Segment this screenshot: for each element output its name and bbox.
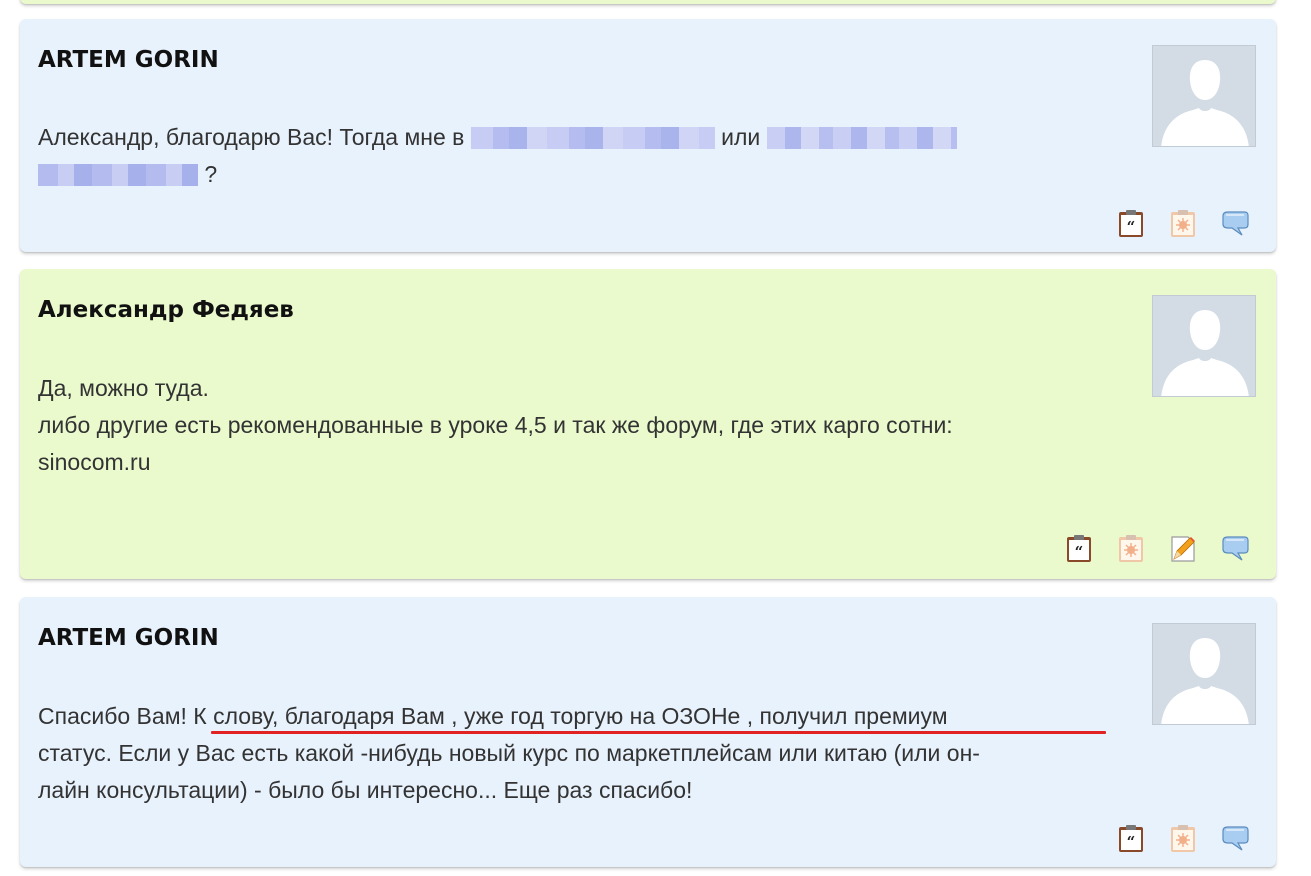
comment-post: ARTEM GORIN Спасибо Вам! К слову, благод… xyxy=(20,597,1276,867)
redacted-text xyxy=(38,164,198,186)
comment-text: Александр, благодарю Вас! Тогда мне в ил… xyxy=(38,119,1066,193)
reply-icon[interactable] xyxy=(1220,823,1250,853)
comment-text-line: статус. Если у Вас есть какой -нибудь но… xyxy=(38,740,980,766)
comment-post: Александр Федяев Да, можно туда. либо др… xyxy=(20,269,1276,579)
author-name[interactable]: Александр Федяев xyxy=(38,297,294,323)
comment-text-line: Спасибо Вам! К слову, благодаря Вам , уж… xyxy=(38,703,948,729)
comment-text-line: sinocom.ru xyxy=(38,449,151,475)
comment-text-line: лайн консультации) - было бы интересно..… xyxy=(38,777,693,803)
post-actions xyxy=(1116,208,1250,238)
comment-text-part: Александр, благодарю Вас! Тогда мне в xyxy=(38,124,465,150)
highlight-underline xyxy=(211,731,1106,734)
comment-text-part: или xyxy=(721,124,761,150)
author-name[interactable]: ARTEM GORIN xyxy=(38,625,219,651)
post-actions xyxy=(1116,823,1250,853)
reply-icon[interactable] xyxy=(1220,208,1250,238)
user-avatar[interactable] xyxy=(1152,295,1256,397)
redacted-text xyxy=(766,127,957,149)
quote-icon[interactable] xyxy=(1064,533,1094,563)
quote-icon[interactable] xyxy=(1116,823,1146,853)
edit-icon[interactable] xyxy=(1168,533,1198,563)
comment-text: Спасибо Вам! К слову, благодаря Вам , уж… xyxy=(38,698,1116,809)
author-name[interactable]: ARTEM GORIN xyxy=(38,47,219,73)
redacted-text xyxy=(470,127,715,149)
comment-text-line: Да, можно туда. xyxy=(38,375,209,401)
user-avatar[interactable] xyxy=(1152,623,1256,725)
comment-text-line: либо другие есть рекомендованные в уроке… xyxy=(38,412,953,438)
previous-post-edge xyxy=(20,0,1276,4)
avatar-placeholder-icon xyxy=(1153,296,1256,397)
avatar-placeholder-icon xyxy=(1153,624,1256,725)
quote-icon[interactable] xyxy=(1116,208,1146,238)
report-icon[interactable] xyxy=(1116,533,1146,563)
report-icon[interactable] xyxy=(1168,823,1198,853)
report-icon[interactable] xyxy=(1168,208,1198,238)
comment-text: Да, можно туда. либо другие есть рекомен… xyxy=(38,370,1066,481)
reply-icon[interactable] xyxy=(1220,533,1250,563)
comment-post: ARTEM GORIN Александр, благодарю Вас! То… xyxy=(20,19,1276,252)
user-avatar[interactable] xyxy=(1152,45,1256,147)
post-actions xyxy=(1064,533,1250,563)
avatar-placeholder-icon xyxy=(1153,46,1256,147)
comment-text-part: ? xyxy=(204,161,218,187)
